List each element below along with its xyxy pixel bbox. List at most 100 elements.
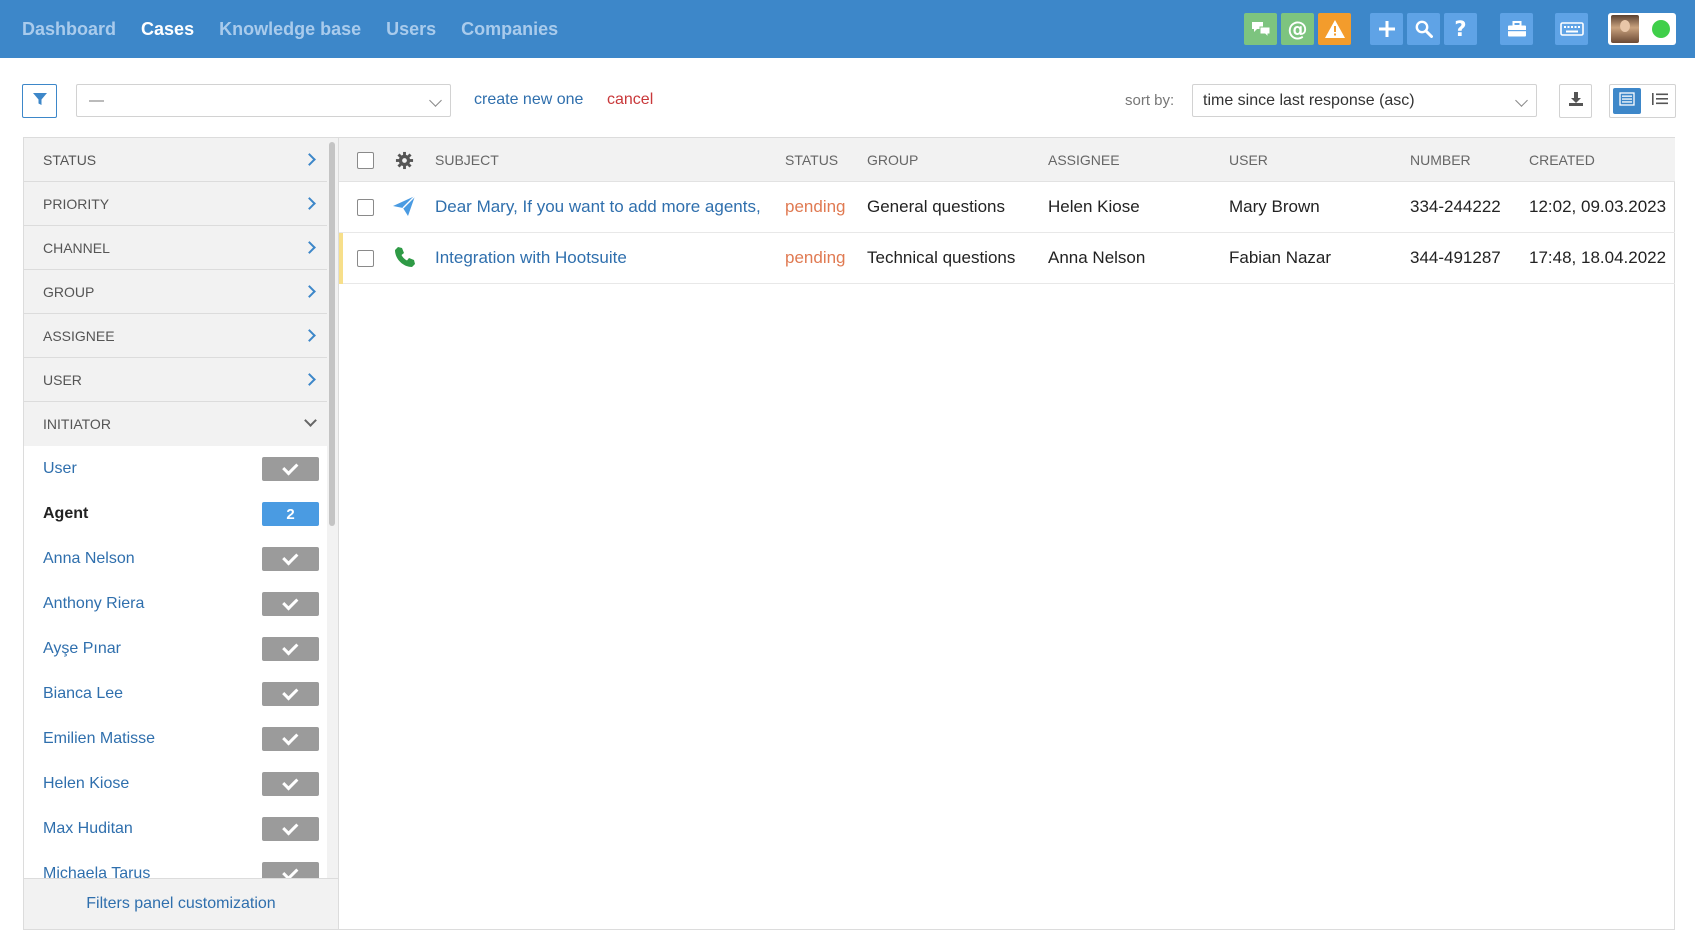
chat-button[interactable] — [1244, 13, 1277, 45]
filter-section-label: ASSIGNEE — [43, 327, 115, 344]
list-view-button[interactable] — [1613, 88, 1641, 114]
cancel-filter-link[interactable]: cancel — [607, 91, 653, 109]
saved-filter-value: — — [89, 92, 104, 109]
compact-list-icon — [1651, 92, 1669, 111]
chat-icon — [1250, 20, 1272, 38]
create-filter-link[interactable]: create new one — [474, 91, 583, 109]
chevron-right-icon — [303, 241, 316, 254]
nav-cases[interactable]: Cases — [141, 19, 194, 40]
column-header-created[interactable]: CREATED — [1529, 152, 1595, 168]
filter-section-label: PRIORITY — [43, 195, 110, 212]
initiator-option-agent-name[interactable]: Max Huditan — [24, 806, 329, 851]
case-subject-link[interactable]: Dear Mary, If you want to add more agent… — [435, 197, 761, 217]
option-label: Ayşe Pınar — [43, 639, 121, 657]
case-assignee: Helen Kiose — [1048, 197, 1140, 216]
filter-section-priority[interactable]: PRIORITY — [24, 182, 329, 226]
export-button[interactable] — [1559, 84, 1592, 118]
case-number: 344-491287 — [1410, 248, 1501, 267]
filters-panel-customization-link[interactable]: Filters panel customization — [24, 878, 338, 929]
chevron-down-icon — [1515, 94, 1528, 107]
nav-dashboard[interactable]: Dashboard — [22, 19, 116, 40]
main-nav: Dashboard Cases Knowledge base Users Com… — [22, 0, 558, 58]
chevron-down-icon — [304, 414, 317, 427]
nav-users[interactable]: Users — [386, 19, 436, 40]
checkmark-icon[interactable] — [262, 727, 319, 751]
column-header-number[interactable]: NUMBER — [1410, 152, 1471, 168]
column-header-subject[interactable]: SUBJECT — [435, 152, 499, 168]
chevron-right-icon — [303, 197, 316, 210]
filter-section-assignee[interactable]: ASSIGNEE — [24, 314, 329, 358]
filter-section-label: STATUS — [43, 151, 97, 168]
initiator-option-user[interactable]: User — [24, 446, 329, 491]
chevron-right-icon — [303, 285, 316, 298]
filter-section-channel[interactable]: CHANNEL — [24, 226, 329, 270]
keyboard-icon — [1559, 21, 1584, 37]
online-status-indicator — [1652, 20, 1670, 38]
filter-section-initiator[interactable]: INITIATOR — [24, 402, 329, 446]
nav-companies[interactable]: Companies — [461, 19, 558, 40]
columns-settings-icon[interactable] — [395, 151, 414, 175]
filter-toggle-button[interactable] — [22, 84, 57, 118]
filter-icon — [32, 91, 48, 112]
filter-section-label: INITIATOR — [43, 416, 111, 432]
view-mode-toggle — [1609, 84, 1676, 118]
filter-section-user[interactable]: USER — [24, 358, 329, 402]
filter-section-label: GROUP — [43, 283, 95, 300]
compact-view-button[interactable] — [1646, 88, 1674, 114]
checkmark-icon[interactable] — [262, 637, 319, 661]
filter-section-status[interactable]: STATUS — [24, 138, 329, 182]
option-label: Anna Nelson — [43, 549, 135, 567]
case-subject-link[interactable]: Integration with Hootsuite — [435, 248, 627, 268]
checkmark-icon[interactable] — [262, 457, 319, 481]
alerts-button[interactable] — [1318, 13, 1351, 45]
scrollbar-thumb[interactable] — [329, 142, 335, 526]
row-checkbox[interactable] — [357, 199, 374, 216]
column-header-group[interactable]: GROUP — [867, 152, 918, 168]
case-created: 17:48, 18.04.2022 — [1529, 248, 1667, 267]
checkmark-icon[interactable] — [262, 772, 319, 796]
initiator-option-agent-name[interactable]: Bianca Lee — [24, 671, 329, 716]
option-label: Agent — [43, 504, 89, 522]
download-icon — [1568, 91, 1584, 112]
mentions-button[interactable]: @ — [1281, 13, 1314, 45]
checkmark-icon[interactable] — [262, 682, 319, 706]
filter-section-group[interactable]: GROUP — [24, 270, 329, 314]
user-menu[interactable] — [1608, 13, 1676, 45]
filter-section-label: CHANNEL — [43, 239, 110, 256]
checkmark-icon[interactable] — [262, 592, 319, 616]
search-button[interactable] — [1407, 13, 1440, 45]
chevron-right-icon — [303, 329, 316, 342]
initiator-option-agent[interactable]: Agent 2 — [24, 491, 329, 536]
case-status: pending — [785, 197, 846, 216]
row-checkbox[interactable] — [357, 250, 374, 267]
filters-scrollbar[interactable] — [327, 138, 336, 878]
column-header-assignee[interactable]: ASSIGNEE — [1048, 152, 1120, 168]
help-button[interactable]: ? — [1444, 13, 1477, 45]
initiator-option-agent-name[interactable]: Helen Kiose — [24, 761, 329, 806]
selected-count-badge[interactable]: 2 — [262, 502, 319, 526]
new-case-button[interactable] — [1370, 13, 1403, 45]
select-all-checkbox[interactable] — [357, 152, 374, 169]
checkmark-icon[interactable] — [262, 817, 319, 841]
initiator-option-agent-name[interactable]: Michaela Tarus — [24, 851, 329, 878]
keyboard-button[interactable] — [1555, 13, 1588, 45]
initiator-option-agent-name[interactable]: Anna Nelson — [24, 536, 329, 581]
sort-select[interactable]: time since last response (asc) — [1192, 84, 1537, 117]
initiator-option-agent-name[interactable]: Anthony Riera — [24, 581, 329, 626]
initiator-option-agent-name[interactable]: Ayşe Pınar — [24, 626, 329, 671]
initiator-option-agent-name[interactable]: Emilien Matisse — [24, 716, 329, 761]
nav-knowledge-base[interactable]: Knowledge base — [219, 19, 361, 40]
case-user: Mary Brown — [1229, 197, 1320, 216]
filters-list[interactable]: STATUS PRIORITY CHANNEL GROUP ASSIGNEE U… — [24, 138, 329, 878]
column-header-user[interactable]: USER — [1229, 152, 1268, 168]
option-label: Helen Kiose — [43, 774, 130, 792]
table-row[interactable]: Integration with Hootsuite pending Techn… — [339, 233, 1675, 284]
checkmark-icon[interactable] — [262, 547, 319, 571]
saved-filter-select[interactable]: — — [76, 84, 451, 117]
briefcase-button[interactable] — [1500, 13, 1533, 45]
column-header-status[interactable]: STATUS — [785, 152, 838, 168]
case-user: Fabian Nazar — [1229, 248, 1332, 267]
case-status: pending — [785, 248, 846, 267]
table-row[interactable]: Dear Mary, If you want to add more agent… — [339, 182, 1675, 233]
checkmark-icon[interactable] — [262, 862, 319, 878]
